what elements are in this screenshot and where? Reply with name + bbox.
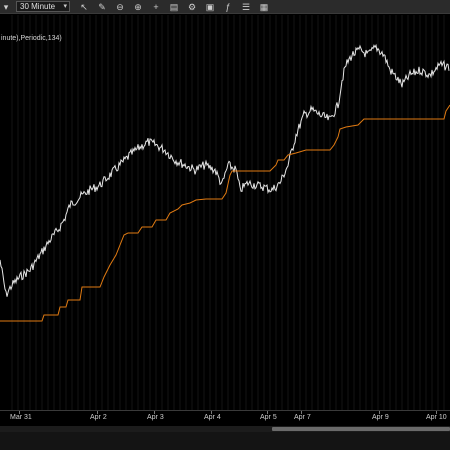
strategy-icon[interactable]: ▤ bbox=[168, 1, 180, 13]
time-axis[interactable]: Mar 31 Apr 2 Apr 3 Apr 4 Apr 5 Apr 7 Apr… bbox=[0, 410, 450, 426]
indicator-series bbox=[0, 104, 450, 322]
data-box-icon[interactable]: ▣ bbox=[204, 1, 216, 13]
instrument-dropdown-icon[interactable]: ▾ bbox=[0, 1, 12, 13]
x-tick-label: Apr 3 bbox=[147, 414, 164, 421]
zoom-out-icon[interactable]: ⊖ bbox=[114, 1, 126, 13]
x-tick-label: Apr 2 bbox=[90, 414, 107, 421]
indicator-icon[interactable]: ƒ bbox=[222, 1, 234, 13]
price-chart[interactable] bbox=[0, 15, 450, 410]
properties-icon[interactable]: ☰ bbox=[240, 1, 252, 13]
x-tick-label: Apr 4 bbox=[204, 414, 221, 421]
x-tick-label: Mar 31 bbox=[10, 414, 32, 421]
crosshair-icon[interactable]: + bbox=[150, 1, 162, 13]
chart-grid bbox=[11, 15, 445, 410]
status-bar bbox=[0, 432, 450, 450]
chart-panel[interactable]: inute),Periodic,134) bbox=[0, 15, 450, 410]
pencil-icon[interactable]: ✎ bbox=[96, 1, 108, 13]
x-tick-label: Apr 9 bbox=[372, 414, 389, 421]
x-tick-label: Apr 5 bbox=[260, 414, 277, 421]
settings-icon[interactable]: ⚙ bbox=[186, 1, 198, 13]
layout-icon[interactable]: ▦ bbox=[258, 1, 270, 13]
interval-select[interactable]: 30 Minute ▾ bbox=[16, 1, 70, 12]
cursor-icon[interactable]: ↖ bbox=[78, 1, 90, 13]
x-tick-label: Apr 10 bbox=[426, 414, 447, 421]
zoom-in-icon[interactable]: ⊕ bbox=[132, 1, 144, 13]
interval-value: 30 Minute bbox=[20, 2, 56, 11]
chevron-down-icon: ▾ bbox=[63, 3, 67, 10]
x-tick-label: Apr 7 bbox=[294, 414, 311, 421]
chart-toolbar: ▾ 30 Minute ▾ ↖ ✎ ⊖ ⊕ + ▤ ⚙ ▣ ƒ ☰ ▦ bbox=[0, 0, 450, 14]
indicator-label: inute),Periodic,134) bbox=[1, 35, 62, 42]
scrollbar-thumb[interactable] bbox=[272, 427, 450, 431]
price-series bbox=[0, 43, 450, 297]
